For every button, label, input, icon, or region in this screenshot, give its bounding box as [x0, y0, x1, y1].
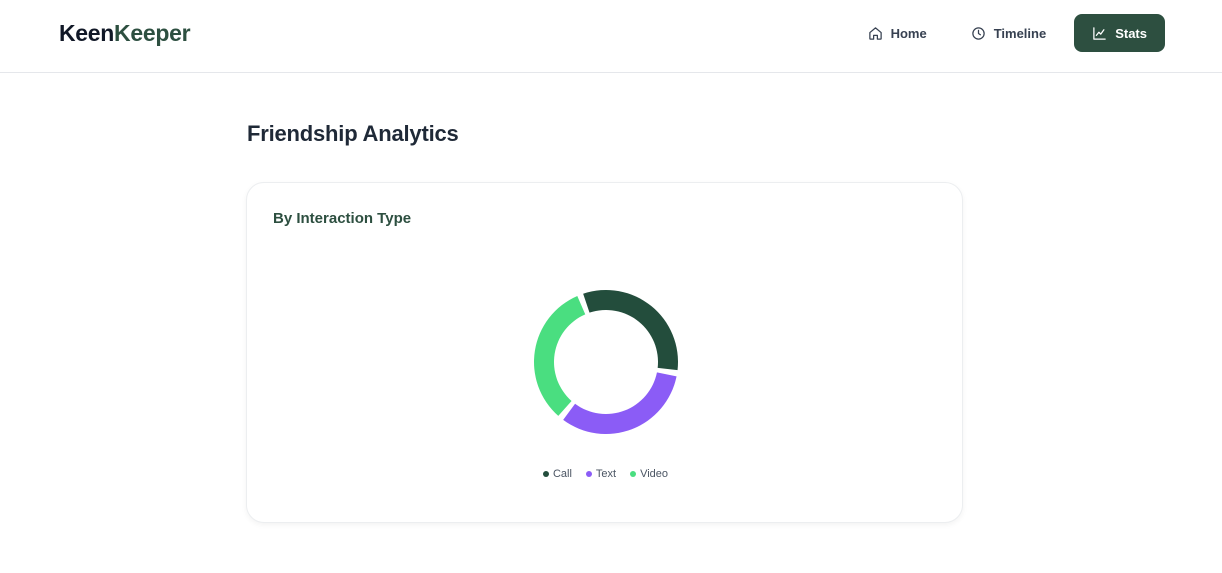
legend-dot	[585, 471, 592, 477]
navbar: KeenKeeper Home Timeline Stats	[0, 0, 1222, 73]
home-icon	[868, 26, 883, 41]
legend-item-video[interactable]: Video	[630, 468, 668, 480]
nav-menu: Home Timeline Stats	[852, 14, 1165, 52]
brand-logo[interactable]: KeenKeeper	[59, 19, 191, 47]
nav-item-stats-label: Stats	[1115, 25, 1147, 41]
brand-part-keen: Keen	[59, 20, 115, 46]
legend-label: Text	[595, 468, 617, 480]
chart-line-icon	[1092, 26, 1107, 41]
clock-icon	[971, 26, 986, 41]
legend-item-call[interactable]: Call	[542, 468, 572, 480]
legend-dot	[630, 471, 637, 477]
nav-item-home[interactable]: Home	[852, 14, 943, 52]
nav-item-timeline[interactable]: Timeline	[955, 14, 1063, 52]
legend-item-text[interactable]: Text	[585, 468, 617, 480]
donut-slice-text[interactable]	[563, 372, 677, 434]
interaction-type-card: By Interaction Type Call Text Video	[246, 182, 963, 523]
nav-item-stats[interactable]: Stats	[1074, 14, 1165, 52]
donut-slice-video[interactable]	[534, 295, 586, 416]
brand-part-keeper: Keeper	[114, 20, 191, 46]
donut-slice-call[interactable]	[583, 290, 678, 371]
legend-label: Video	[640, 468, 669, 480]
page-title: Friendship Analytics	[247, 121, 459, 146]
legend-dot	[542, 471, 549, 477]
chart-legend: Call Text Video	[247, 468, 964, 480]
nav-item-timeline-label: Timeline	[993, 25, 1047, 41]
legend-label: Call	[552, 468, 572, 480]
nav-item-home-label: Home	[890, 25, 927, 41]
